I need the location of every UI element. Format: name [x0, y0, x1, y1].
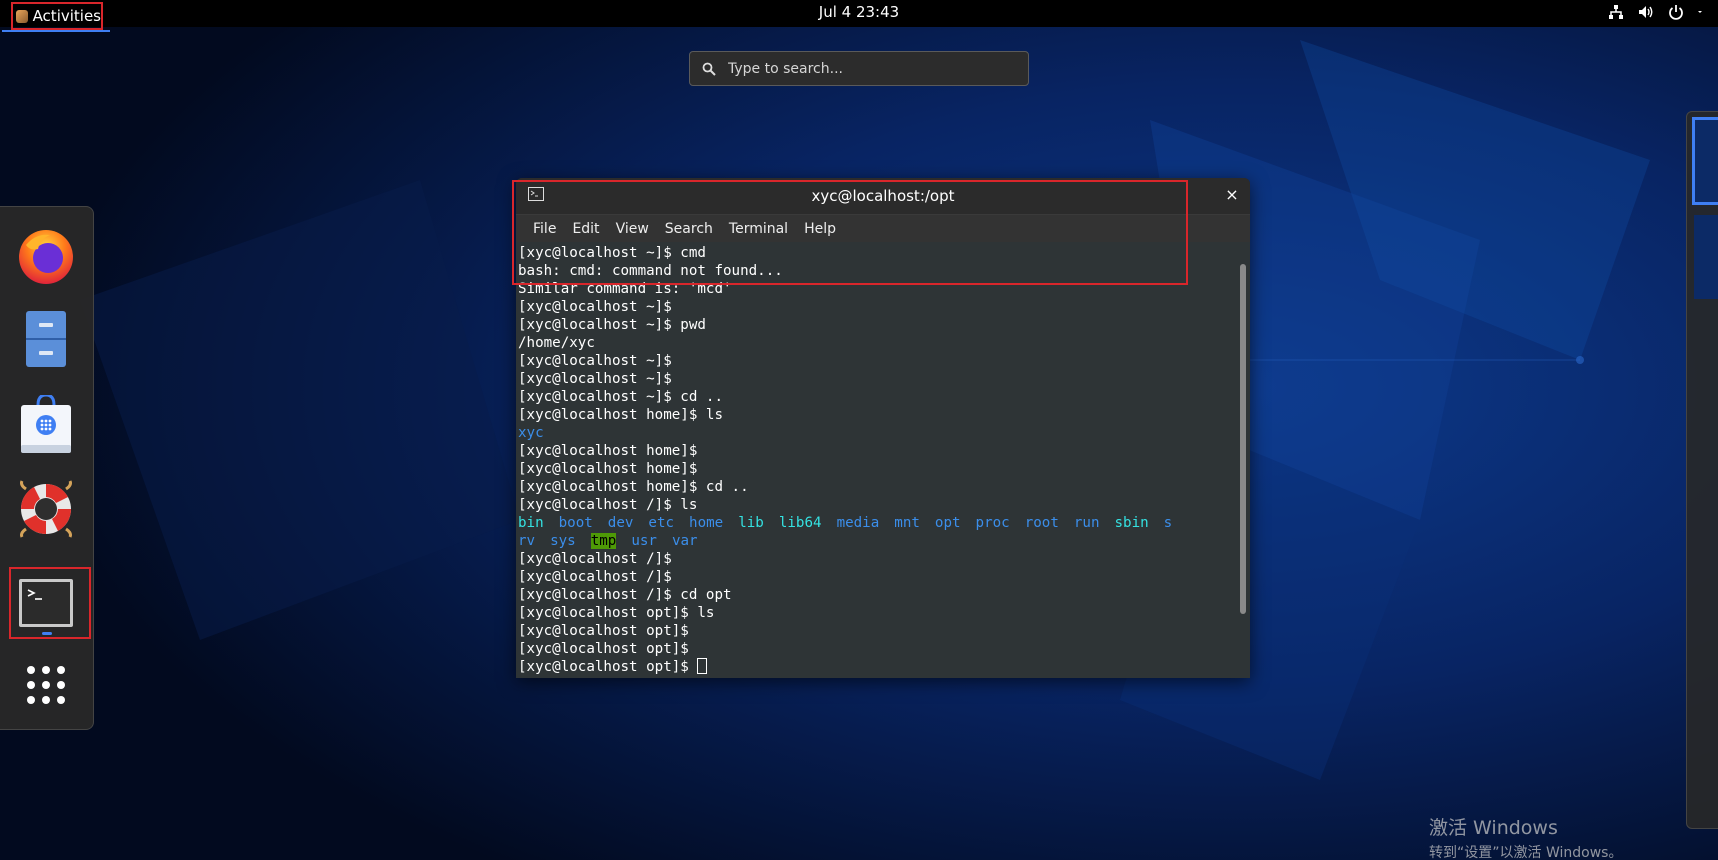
ls-entry: media: [836, 515, 880, 531]
workspace-2[interactable]: [1694, 215, 1718, 299]
ls-entry: sys: [550, 533, 576, 549]
ls-entry: lib64: [778, 515, 822, 531]
dash-item-help[interactable]: [14, 477, 78, 541]
workspace-1[interactable]: [1692, 117, 1718, 205]
ls-entry: home: [689, 515, 724, 531]
dash: [0, 206, 94, 730]
top-bar: Activities Jul 4 23:43: [0, 0, 1718, 32]
close-icon: ×: [1225, 185, 1239, 204]
activities-underline: [2, 30, 110, 32]
search-input[interactable]: [726, 59, 1000, 78]
ls-entry: root: [1024, 515, 1059, 531]
help-icon: [20, 480, 72, 538]
power-icon[interactable]: [1668, 4, 1684, 20]
dash-item-firefox[interactable]: [14, 223, 78, 287]
ls-entry: sbin: [1114, 515, 1149, 531]
terminal-line: [xyc@localhost ~]$ cd ..: [518, 389, 723, 405]
terminal-lines-bottom: [xyc@localhost /]$ [xyc@localhost /]$ [xyc…: [518, 550, 1250, 658]
terminal-scrollbar[interactable]: [1240, 264, 1246, 614]
network-icon[interactable]: [1608, 4, 1624, 20]
chevron-down-icon[interactable]: [1698, 4, 1706, 20]
activities-button[interactable]: Activities: [2, 2, 110, 32]
terminal-line: [xyc@localhost ~]$ pwd: [518, 317, 706, 333]
terminal-line: [xyc@localhost /]$: [518, 569, 672, 585]
activation-watermark: 激活 Windows 转到“设置”以激活 Windows。: [1429, 813, 1622, 860]
dash-item-files[interactable]: [14, 307, 78, 371]
terminal-line: [xyc@localhost ~]$: [518, 299, 672, 315]
titlebar-highlight-box: [512, 180, 1188, 285]
show-apps-icon: [27, 666, 65, 704]
ls-entry: opt: [934, 515, 961, 531]
clock: Jul 4 23:43: [0, 3, 1718, 21]
activities-label: Activities: [32, 7, 101, 25]
terminal-line: [xyc@localhost home]$ cd ..: [518, 479, 749, 495]
root-listing-row1: bin boot dev etc home lib lib64 media mnt opt proc…: [518, 514, 1250, 532]
search-icon: [702, 62, 716, 76]
terminal-line: [xyc@localhost ~]$: [518, 353, 672, 369]
ls-entry: usr: [631, 533, 657, 549]
terminal-line: [xyc@localhost home]$: [518, 461, 698, 477]
ls-entry: rv: [518, 533, 536, 549]
ls-entry: run: [1073, 515, 1100, 531]
firefox-icon: [19, 230, 73, 284]
ls-entry: dev: [607, 515, 634, 531]
terminal-line: [xyc@localhost home]$: [518, 443, 698, 459]
dash-item-show-apps[interactable]: [14, 653, 78, 717]
terminal-output[interactable]: [xyc@localhost ~]$ cmd bash: cmd: command…: [516, 242, 1250, 678]
terminal-line: [xyc@localhost opt]$ ls: [518, 605, 715, 621]
watermark-subtitle: 转到“设置”以激活 Windows。: [1429, 845, 1623, 860]
ls-entry: mnt: [894, 515, 920, 531]
ls-entry: tmp: [590, 533, 617, 549]
ls-entry: proc: [975, 515, 1010, 531]
ls-entry: lib: [738, 515, 764, 531]
terminal-lines-mid: [xyc@localhost home]$ [xyc@localhost home…: [518, 442, 1250, 514]
volume-icon[interactable]: [1638, 4, 1654, 20]
terminal-line: /home/xyc: [518, 335, 595, 351]
terminal-line: [xyc@localhost /]$: [518, 551, 672, 567]
clock-text[interactable]: Jul 4 23:43: [819, 3, 899, 21]
terminal-highlight-box: [9, 567, 91, 639]
home-listing: xyc: [518, 425, 544, 441]
ls-entry: s: [1163, 515, 1173, 531]
terminal-line: [xyc@localhost /]$ cd opt: [518, 587, 732, 603]
terminal-line: [xyc@localhost /]$ ls: [518, 497, 698, 513]
files-icon: [26, 311, 66, 367]
terminal-prompt-line: [xyc@localhost opt]$: [518, 658, 1250, 676]
terminal-line: [xyc@localhost opt]$: [518, 623, 689, 639]
workspace-switcher: [1686, 111, 1718, 829]
ls-entry: etc: [648, 515, 675, 531]
ls-entry: bin: [518, 515, 544, 531]
search-box[interactable]: [689, 51, 1029, 86]
text-cursor: [697, 658, 708, 674]
prompt-text: [xyc@localhost opt]$: [518, 659, 698, 675]
dash-item-software[interactable]: [14, 393, 78, 457]
software-icon: [21, 395, 71, 453]
root-listing-row2: rv sys tmp usr var: [518, 532, 1250, 550]
system-tray: [1608, 4, 1706, 20]
running-indicator: [42, 632, 52, 635]
close-button[interactable]: ×: [1222, 185, 1242, 205]
ls-entry: var: [671, 533, 698, 549]
terminal-line: [xyc@localhost opt]$: [518, 641, 689, 657]
ls-entry: boot: [558, 515, 593, 531]
activities-app-icon: [16, 9, 28, 23]
terminal-line: [xyc@localhost ~]$: [518, 371, 672, 387]
terminal-line: [xyc@localhost home]$ ls: [518, 407, 723, 423]
watermark-title: 激活 Windows: [1429, 817, 1558, 839]
